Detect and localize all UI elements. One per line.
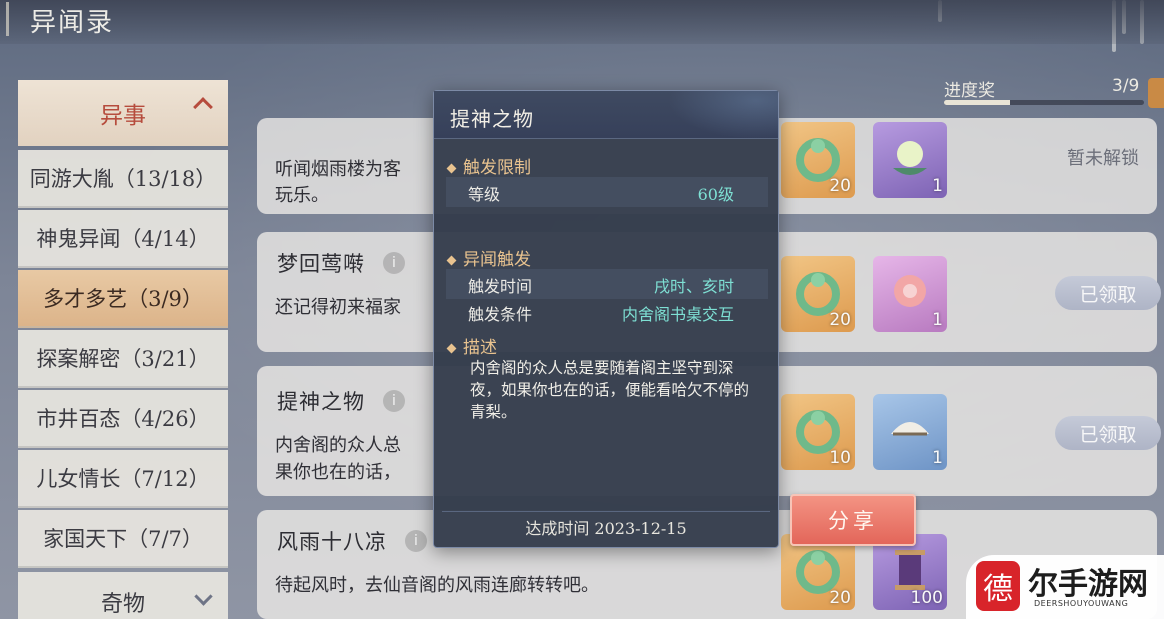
progress-bar	[944, 100, 1144, 105]
section-event-trigger: 异闻触发	[446, 245, 531, 270]
level-row: 等级 60级	[446, 177, 768, 207]
reward-count: 1	[932, 310, 943, 330]
comb-icon	[891, 422, 929, 436]
reward-count: 100	[910, 588, 943, 608]
reward-count: 20	[829, 588, 851, 608]
card-title: 梦回莺啭	[277, 252, 365, 276]
section-description: 描述	[446, 333, 497, 358]
info-icon[interactable]: i	[383, 252, 405, 274]
trigger-cond-row: 触发条件 内舍阁书桌交互	[446, 297, 768, 327]
sidebar-item-5[interactable]: 儿女情长（7/12）	[18, 450, 228, 508]
trigger-cond-value: 内舍阁书桌交互	[621, 305, 734, 324]
sidebar-item-4[interactable]: 市井百态（4/26）	[18, 390, 228, 448]
reward-item[interactable]: 1	[873, 394, 947, 470]
flower-icon	[894, 275, 926, 307]
reward-count: 1	[932, 448, 943, 468]
event-detail-popup: 提神之物 触发限制 等级 60级 异闻触发 触发时间 戌时、亥时 触发条件 内舍…	[433, 90, 779, 548]
sidebar-item-0[interactable]: 同游大胤（13/18）	[18, 150, 228, 208]
divider	[442, 511, 770, 512]
trigger-time-value: 戌时、亥时	[653, 277, 734, 296]
achieve-time: 达成时间 2023-12-15	[525, 519, 687, 538]
sidebar-item-6[interactable]: 家国天下（7/7）	[18, 510, 228, 568]
trigger-time-label: 触发时间	[468, 277, 533, 296]
diamond-icon	[446, 163, 457, 174]
chevron-down-icon	[194, 587, 213, 606]
progress-fill	[944, 100, 1010, 105]
reward-count: 10	[829, 448, 851, 468]
card-title: 风雨十八凉	[277, 530, 387, 554]
progress-count: 3/9	[1112, 76, 1140, 96]
sidebar-header-label: 异事	[100, 103, 146, 129]
share-button[interactable]: 分享	[790, 494, 916, 546]
reward-item[interactable]: 10	[781, 394, 855, 470]
jade-coil-icon	[796, 550, 840, 594]
reward-item[interactable]: 20	[781, 256, 855, 332]
trigger-cond-label: 触发条件	[468, 305, 533, 324]
watermark-text: 尔手游网	[1028, 567, 1148, 602]
trigger-time-row: 触发时间 戌时、亥时	[446, 269, 768, 299]
diamond-icon	[446, 343, 457, 354]
page-title: 异闻录	[30, 8, 115, 38]
claimed-badge: 已领取	[1055, 416, 1161, 450]
top-bar: 异闻录	[0, 0, 1164, 44]
reward-count: 20	[829, 310, 851, 330]
watermark-seal: 德	[976, 561, 1020, 611]
jade-coil-icon	[796, 272, 840, 316]
diamond-icon	[446, 255, 457, 266]
info-icon[interactable]: i	[383, 390, 405, 412]
popup-description: 内舍阁的众人总是要随着阁主坚守到深夜，如果你也在的话，便能看哈欠不停的青梨。	[470, 359, 750, 421]
jade-coil-icon	[796, 410, 840, 454]
popup-header: 提神之物	[434, 91, 778, 139]
jade-coil-icon	[796, 138, 840, 182]
back-icon[interactable]	[6, 2, 24, 36]
card-status: 暂未解锁	[1067, 148, 1139, 169]
thread-spool-icon	[895, 550, 925, 590]
popup-title: 提神之物	[450, 107, 534, 131]
chevron-up-icon	[193, 97, 213, 117]
level-label: 等级	[468, 185, 501, 204]
info-icon[interactable]: i	[405, 530, 427, 552]
section-label: 异闻触发	[463, 250, 531, 270]
watermark: 德 尔手游网 DEERSHOUYOUWANG	[966, 555, 1164, 619]
cloud-decoration	[668, 91, 778, 139]
sidebar-item-2[interactable]: 多才多艺（3/9）	[18, 270, 228, 328]
card-title: 提神之物	[277, 390, 365, 414]
reward-count: 20	[829, 176, 851, 196]
sidebar-item-1[interactable]: 神鬼异闻（4/14）	[18, 210, 228, 268]
section-label: 描述	[463, 338, 497, 358]
pearl-icon	[893, 141, 927, 175]
reward-chest-icon[interactable]	[1148, 78, 1164, 108]
section-label: 触发限制	[463, 158, 531, 178]
reward-count: 1	[932, 176, 943, 196]
watermark-sub: DEERSHOUYOUWANG	[1034, 599, 1129, 608]
claimed-badge: 已领取	[1055, 276, 1161, 310]
reward-item[interactable]: 1	[873, 122, 947, 198]
sidebar-header-yishi[interactable]: 异事	[18, 80, 228, 146]
card-desc: 待起风时，去仙音阁的风雨连廊转转吧。	[275, 575, 599, 596]
sidebar-footer-qiwu[interactable]: 奇物	[18, 572, 228, 619]
section-trigger-limit: 触发限制	[446, 153, 531, 178]
reward-item[interactable]: 1	[873, 256, 947, 332]
sidebar-footer-label: 奇物	[100, 592, 145, 617]
progress-label: 进度奖	[944, 81, 995, 101]
category-sidebar: 异事 同游大胤（13/18） 神鬼异闻（4/14） 多才多艺（3/9） 探案解密…	[18, 80, 228, 619]
reward-item[interactable]: 20	[781, 122, 855, 198]
level-value: 60级	[697, 185, 734, 204]
sidebar-item-3[interactable]: 探案解密（3/21）	[18, 330, 228, 388]
